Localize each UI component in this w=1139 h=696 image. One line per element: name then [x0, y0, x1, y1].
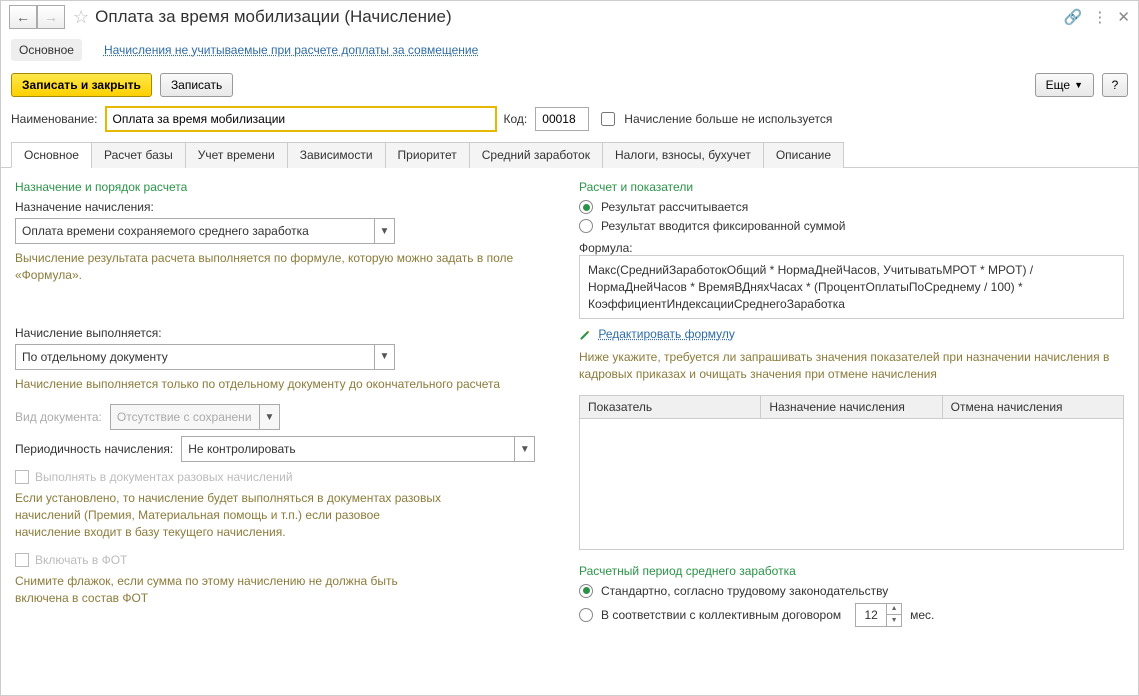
edit-formula-link[interactable]: Редактировать формулу [579, 327, 1124, 341]
exec-combo[interactable]: По отдельному документу ▼ [15, 344, 395, 370]
exec-note: Начисление выполняется только по отдельн… [15, 376, 555, 393]
radio-period-standard[interactable]: Стандартно, согласно трудовому законодат… [579, 584, 1124, 598]
code-input[interactable] [535, 107, 589, 131]
fot-note: Снимите флажок, если сумма по этому начи… [15, 573, 415, 607]
checkbox-icon [15, 470, 29, 484]
chevron-down-icon: ▼ [374, 219, 394, 243]
tab-avg-earnings[interactable]: Средний заработок [469, 142, 603, 168]
code-label: Код: [504, 112, 528, 126]
help-button[interactable]: ? [1102, 73, 1128, 97]
close-icon[interactable]: ✕ [1117, 8, 1130, 26]
tab-main[interactable]: Основное [11, 142, 92, 168]
arrow-left-icon: ← [16, 9, 30, 25]
not-used-checkbox[interactable]: Начисление больше не используется [597, 109, 832, 129]
purpose-label: Назначение начисления: [15, 200, 555, 214]
spin-up-icon[interactable]: ▲ [887, 604, 901, 615]
topnav-link-accruals[interactable]: Начисления не учитываемые при расчете до… [96, 39, 486, 61]
chevron-down-icon: ▼ [374, 345, 394, 369]
topnav-main[interactable]: Основное [11, 39, 82, 61]
name-input[interactable] [106, 107, 496, 131]
save-button[interactable]: Записать [160, 73, 233, 97]
page-title: Оплата за время мобилизации (Начисление) [95, 7, 451, 27]
table-body[interactable] [580, 419, 1123, 549]
tab-description[interactable]: Описание [763, 142, 844, 168]
nav-forward-button[interactable]: → [37, 5, 65, 29]
tab-dependencies[interactable]: Зависимости [287, 142, 386, 168]
formula-box: Макс(СреднийЗаработокОбщий * НормаДнейЧа… [579, 255, 1124, 319]
radio-icon [579, 219, 593, 233]
onetime-note: Если установлено, то начисление будет вы… [15, 490, 445, 540]
nav-back-button[interactable]: ← [9, 5, 37, 29]
tab-time-tracking[interactable]: Учет времени [185, 142, 288, 168]
radio-icon [579, 200, 593, 214]
radio-icon [579, 608, 593, 622]
tab-base-calc[interactable]: Расчет базы [91, 142, 186, 168]
right-section-title: Расчет и показатели [579, 180, 1124, 194]
radio-result-calc[interactable]: Результат рассчитывается [579, 200, 1124, 214]
indicators-hint: Ниже укажите, требуется ли запрашивать з… [579, 349, 1124, 383]
avg-period-section: Расчетный период среднего заработка [579, 564, 1124, 578]
onetime-checkbox: Выполнять в документах разовых начислени… [15, 470, 555, 484]
period-combo[interactable]: Не контролировать ▼ [181, 436, 535, 462]
name-label: Наименование: [11, 112, 98, 126]
pencil-icon [579, 329, 591, 341]
purpose-note: Вычисление результата расчета выполняетс… [15, 250, 555, 284]
arrow-right-icon: → [44, 9, 58, 25]
doctype-label: Вид документа: [15, 410, 102, 424]
th-assign: Назначение начисления [761, 396, 942, 418]
radio-result-fixed[interactable]: Результат вводится фиксированной суммой [579, 219, 1124, 233]
chevron-down-icon: ▼ [259, 405, 279, 429]
purpose-combo[interactable]: Оплата времени сохраняемого среднего зар… [15, 218, 395, 244]
checkbox-icon [15, 553, 29, 567]
period-label: Периодичность начисления: [15, 442, 173, 456]
radio-period-collective[interactable]: В соответствии с коллективным договором … [579, 603, 1124, 627]
chevron-down-icon: ▼ [514, 437, 534, 461]
exec-label: Начисление выполняется: [15, 326, 555, 340]
spin-down-icon[interactable]: ▼ [887, 615, 901, 626]
tab-taxes[interactable]: Налоги, взносы, бухучет [602, 142, 764, 168]
months-spinner[interactable]: 12 ▲ ▼ [855, 603, 902, 627]
tab-priority[interactable]: Приоритет [385, 142, 470, 168]
formula-label: Формула: [579, 241, 1124, 255]
more-button[interactable]: Еще ▼ [1035, 73, 1094, 97]
left-section-title: Назначение и порядок расчета [15, 180, 555, 194]
chevron-down-icon: ▼ [1074, 80, 1083, 90]
doctype-combo: Отсутствие с сохранени ▼ [110, 404, 280, 430]
th-cancel: Отмена начисления [943, 396, 1123, 418]
th-indicator: Показатель [580, 396, 761, 418]
save-close-button[interactable]: Записать и закрыть [11, 73, 152, 97]
radio-icon [579, 584, 593, 598]
kebab-icon[interactable]: ⋮ [1092, 8, 1107, 26]
indicators-table: Показатель Назначение начисления Отмена … [579, 395, 1124, 550]
link-icon[interactable]: 🔗 [1064, 8, 1083, 26]
star-icon[interactable]: ☆ [73, 7, 89, 28]
fot-checkbox: Включать в ФОТ [15, 553, 555, 567]
